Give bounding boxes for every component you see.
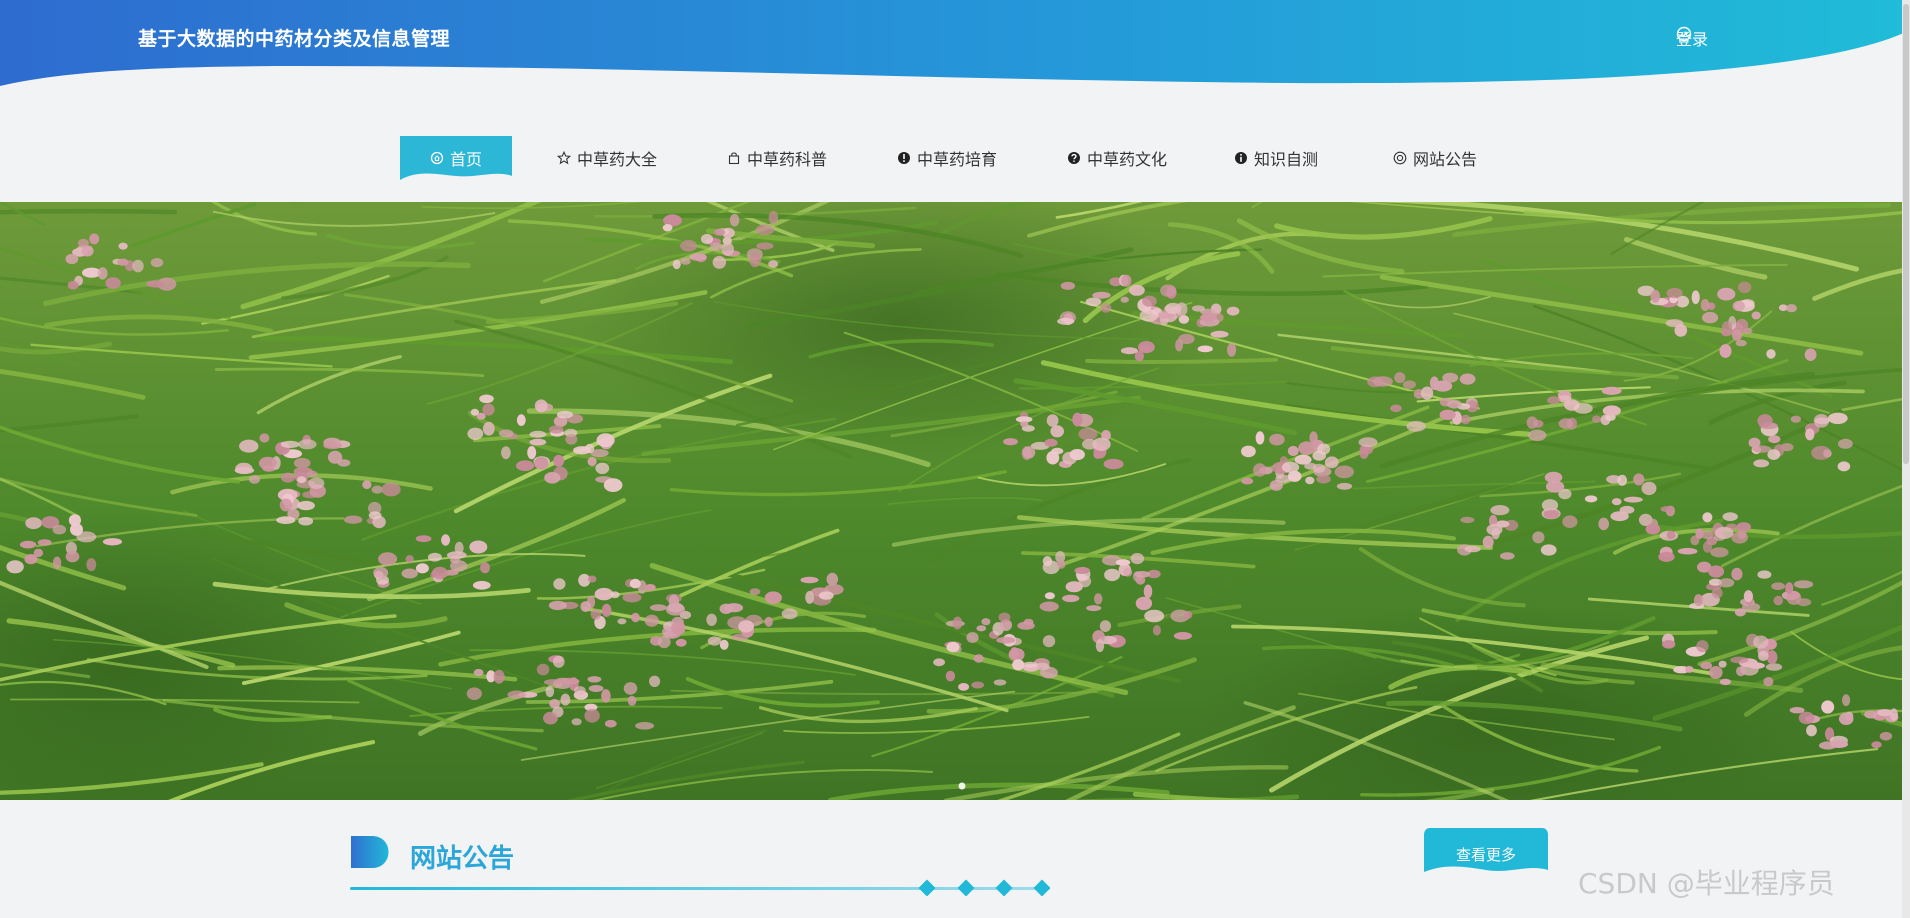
nav-label-herb-cultivation: 中草药培育: [916, 150, 997, 169]
nav-label-herb-science: 中草药科普: [746, 150, 827, 169]
site-title: 基于大数据的中药材分类及信息管理: [138, 28, 451, 50]
header-bar: 基于大数据的中药材分类及信息管理 登录: [0, 0, 1910, 100]
home-icon: [430, 151, 444, 165]
nav-item-site-notice[interactable]: 网站公告: [1380, 136, 1490, 180]
notice-section-title: 网站公告: [410, 844, 515, 874]
view-more-button[interactable]: 查看更多: [1424, 828, 1548, 876]
nav-item-herb-culture[interactable]: 中草药文化: [1062, 136, 1172, 180]
nav-label-herb-culture: 中草药文化: [1086, 150, 1167, 169]
view-more-label: 查看更多: [1455, 846, 1516, 864]
carousel-dot[interactable]: [958, 782, 966, 790]
watermark-text: CSDN @毕业程序员: [1578, 867, 1835, 900]
settings-circle-icon: [1393, 151, 1407, 165]
nav-label-knowledge-test: 知识自测: [1253, 150, 1318, 169]
nav-item-knowledge-test[interactable]: 知识自测: [1226, 136, 1326, 180]
star-icon: [556, 151, 571, 165]
info-circle-icon: [897, 152, 910, 164]
nav-label-site-notice: 网站公告: [1412, 150, 1477, 169]
bag-icon: [728, 152, 740, 165]
banner-image: [0, 202, 1902, 800]
check-circle-icon: [1676, 26, 1692, 42]
info-circle-icon: [1234, 152, 1247, 164]
nav-item-herb-encyclopedia[interactable]: 中草药大全: [552, 136, 662, 180]
hero-carousel[interactable]: [0, 202, 1902, 800]
nav-label-home: 首页: [449, 150, 482, 169]
login-button[interactable]: 登录: [1676, 26, 1708, 50]
page-scrollbar[interactable]: [1902, 0, 1910, 918]
nav-item-home[interactable]: 首页: [400, 136, 512, 180]
nav-label-herb-encyclopedia: 中草药大全: [576, 150, 657, 169]
question-circle-icon: [1067, 152, 1080, 164]
nav-item-herb-cultivation[interactable]: 中草药培育: [892, 136, 1002, 180]
scrollbar-thumb[interactable]: [1903, 4, 1909, 464]
nav-item-herb-science[interactable]: 中草药科普: [722, 136, 832, 180]
